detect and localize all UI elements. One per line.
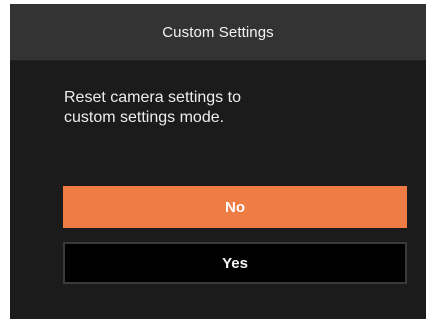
dialog-title: Custom Settings: [162, 23, 274, 41]
custom-settings-dialog: Custom Settings Reset camera settings to…: [10, 4, 426, 319]
no-button-label: No: [225, 198, 245, 216]
no-button[interactable]: No: [63, 186, 407, 228]
yes-button-label: Yes: [222, 254, 248, 272]
yes-button[interactable]: Yes: [63, 242, 407, 284]
dialog-message: Reset camera settings to custom settings…: [64, 89, 241, 126]
dialog-title-bar: Custom Settings: [10, 4, 426, 61]
